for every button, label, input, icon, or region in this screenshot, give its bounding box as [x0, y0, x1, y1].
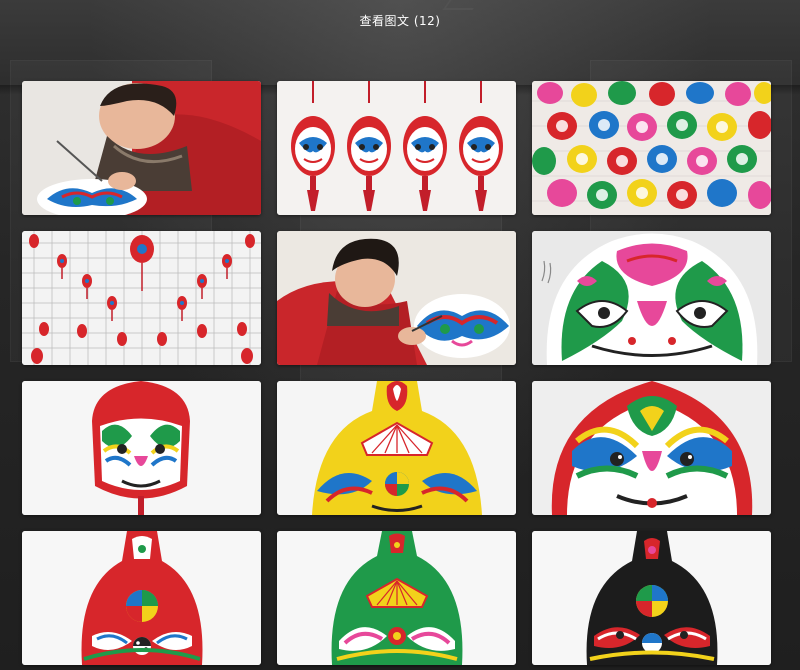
image-grid: [22, 81, 771, 665]
gallery-thumb-7[interactable]: [22, 381, 261, 515]
header-ornament-icon: [442, 0, 480, 10]
photo-artisan-icon: [22, 81, 261, 215]
gallery-thumb-5[interactable]: [277, 231, 516, 365]
photo-gourd-icon: [532, 531, 771, 665]
photo-mask-icon: [277, 381, 516, 515]
gallery-thumb-3[interactable]: [532, 81, 771, 215]
gallery-thumb-1[interactable]: [22, 81, 261, 215]
photo-wall-display-icon: [532, 81, 771, 215]
gallery-thumb-2[interactable]: [277, 81, 516, 215]
photo-grid-wall-icon: [22, 231, 261, 365]
gallery-title: 查看图文 (12): [359, 13, 441, 28]
photo-hanging-gourds-icon: [277, 81, 516, 215]
gallery-thumb-4[interactable]: [22, 231, 261, 365]
photo-mask-icon: [22, 381, 261, 515]
gallery-thumb-9[interactable]: [532, 381, 771, 515]
photo-gourd-icon: [22, 531, 261, 665]
gallery-thumb-11[interactable]: [277, 531, 516, 665]
photo-artisan-icon: [277, 231, 516, 365]
photo-gourd-icon: [277, 531, 516, 665]
gallery-thumb-12[interactable]: [532, 531, 771, 665]
photo-mask-icon: [532, 381, 771, 515]
gallery-thumb-6[interactable]: [532, 231, 771, 365]
gallery-thumb-10[interactable]: [22, 531, 261, 665]
photo-mask-icon: [532, 231, 771, 365]
gallery-header: 查看图文 (12): [0, 0, 800, 40]
gallery-thumb-8[interactable]: [277, 381, 516, 515]
